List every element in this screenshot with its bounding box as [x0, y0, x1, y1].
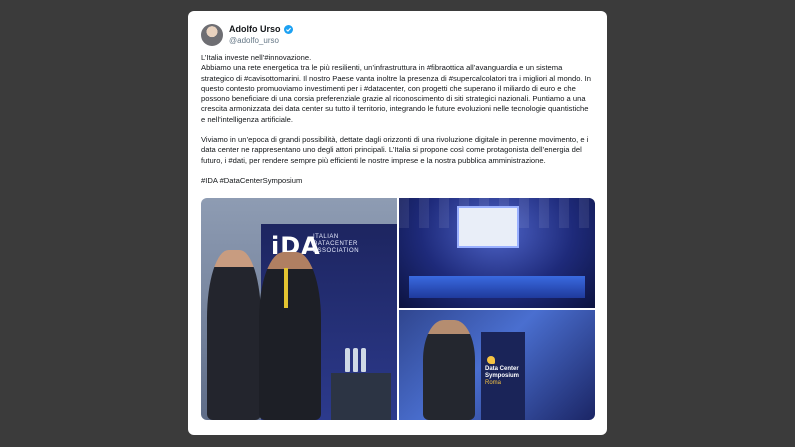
- ida-subtitle-line: ASSOCIATION: [313, 248, 360, 254]
- flame-icon: [487, 356, 495, 364]
- lanyard: [284, 268, 288, 308]
- person-left: [207, 250, 261, 420]
- podium-text: Data Center Symposium Roma: [485, 366, 519, 387]
- podium: Data Center Symposium Roma: [481, 332, 525, 420]
- photo-stage[interactable]: [399, 198, 595, 308]
- ida-logo-subtitle: ITALIAN DATACENTER ASSOCIATION: [313, 234, 359, 255]
- user-handle[interactable]: @adolfo_urso: [229, 35, 293, 46]
- podium-city: Roma: [485, 380, 502, 386]
- person-right: [259, 252, 321, 420]
- tweet-card: Adolfo Urso @adolfo_urso L’Italia invest…: [188, 11, 607, 435]
- tweet-header: Adolfo Urso @adolfo_urso: [201, 22, 594, 48]
- verified-badge-icon: [283, 25, 293, 34]
- avatar[interactable]: [201, 24, 223, 46]
- display-name-row: Adolfo Urso: [229, 24, 293, 35]
- side-table: [331, 373, 391, 420]
- bottle: [361, 348, 366, 372]
- tweet-media-grid: iDA ITALIAN DATACENTER ASSOCIATION Data …: [201, 198, 595, 420]
- bottle: [353, 348, 358, 372]
- podium-line: Symposium: [485, 373, 520, 379]
- photo-ida-portrait[interactable]: iDA ITALIAN DATACENTER ASSOCIATION: [201, 198, 397, 420]
- stage-screen: [457, 206, 519, 248]
- author-names: Adolfo Urso @adolfo_urso: [229, 24, 293, 46]
- ida-subtitle-line: ITALIAN: [313, 234, 339, 240]
- display-name[interactable]: Adolfo Urso: [229, 24, 281, 35]
- stage-floor: [409, 276, 585, 298]
- tweet-text: L’Italia investe nell’#innovazione. Abbi…: [201, 53, 594, 186]
- tweet-paragraph-2: Viviamo in un’epoca di grandi possibilit…: [201, 135, 589, 165]
- tweet-hashtags[interactable]: #IDA #DataCenterSymposium: [201, 176, 594, 186]
- podium-line: Data Center: [485, 366, 519, 372]
- speaker: [423, 320, 475, 420]
- ida-subtitle-line: DATACENTER: [313, 241, 358, 247]
- bottle: [345, 348, 350, 372]
- tweet-paragraph-1: L’Italia investe nell’#innovazione. Abbi…: [201, 53, 592, 124]
- photo-speaker[interactable]: Data Center Symposium Roma: [399, 310, 595, 420]
